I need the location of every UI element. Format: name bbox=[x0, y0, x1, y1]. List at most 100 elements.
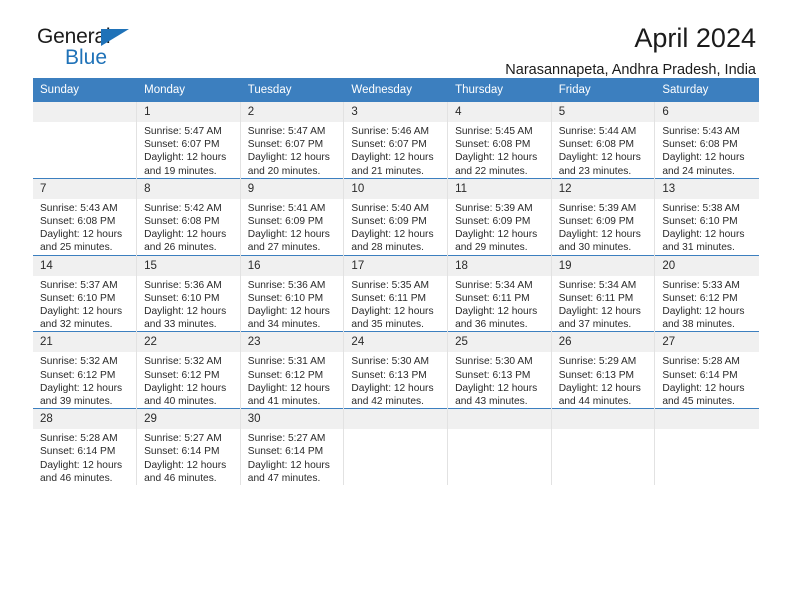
sunset-text: Sunset: 6:07 PM bbox=[144, 139, 220, 151]
day-cell[interactable]: 22 Sunrise: 5:32 AM Sunset: 6:12 PM Dayl… bbox=[136, 331, 241, 409]
sunset-text: Sunset: 6:12 PM bbox=[144, 369, 220, 381]
day-number: 19 bbox=[551, 255, 655, 276]
day-cell[interactable] bbox=[447, 408, 552, 486]
daylight-text: Daylight: 12 hours and 41 minutes. bbox=[247, 382, 330, 408]
day-cell[interactable]: 18 Sunrise: 5:34 AM Sunset: 6:11 PM Dayl… bbox=[447, 254, 552, 332]
day-number: 2 bbox=[240, 102, 344, 122]
day-cell[interactable]: 4 Sunrise: 5:45 AM Sunset: 6:08 PM Dayli… bbox=[447, 101, 552, 179]
sunset-text: Sunset: 6:11 PM bbox=[558, 292, 634, 304]
daylight-text: Daylight: 12 hours and 25 minutes. bbox=[40, 229, 123, 254]
daylight-text: Daylight: 12 hours and 20 minutes. bbox=[247, 152, 330, 177]
day-cell[interactable]: 9 Sunrise: 5:41 AM Sunset: 6:09 PM Dayli… bbox=[240, 177, 345, 256]
day-cell[interactable]: 2 Sunrise: 5:47 AM Sunset: 6:07 PM Dayli… bbox=[240, 101, 345, 179]
daylight-text: Daylight: 12 hours and 46 minutes. bbox=[144, 459, 227, 484]
sunset-text: Sunset: 6:14 PM bbox=[247, 446, 324, 458]
day-cell[interactable]: 11 Sunrise: 5:39 AM Sunset: 6:09 PM Dayl… bbox=[447, 177, 552, 256]
day-cell[interactable] bbox=[654, 408, 759, 486]
day-number: 25 bbox=[448, 332, 551, 353]
day-details: Sunrise: 5:28 AM Sunset: 6:14 PM Dayligh… bbox=[655, 352, 758, 408]
day-cell[interactable]: 13 Sunrise: 5:38 AM Sunset: 6:10 PM Dayl… bbox=[654, 177, 759, 256]
day-number: 13 bbox=[655, 178, 759, 199]
day-cell[interactable]: 1 Sunrise: 5:47 AM Sunset: 6:07 PM Dayli… bbox=[136, 101, 241, 179]
day-cell[interactable]: 3 Sunrise: 5:46 AM Sunset: 6:07 PM Dayli… bbox=[343, 101, 449, 179]
day-number: 12 bbox=[551, 178, 655, 199]
calendar-body: 1 Sunrise: 5:47 AM Sunset: 6:07 PM Dayli… bbox=[33, 101, 759, 486]
day-cell[interactable] bbox=[33, 101, 138, 179]
day-cell[interactable]: 30 Sunrise: 5:27 AM Sunset: 6:14 PM Dayl… bbox=[240, 408, 345, 486]
day-cell[interactable]: 28 Sunrise: 5:28 AM Sunset: 6:14 PM Dayl… bbox=[33, 408, 138, 486]
day-cell[interactable]: 27 Sunrise: 5:28 AM Sunset: 6:14 PM Dayl… bbox=[654, 331, 759, 409]
day-details: Sunrise: 5:34 AM Sunset: 6:11 PM Dayligh… bbox=[552, 276, 655, 332]
day-number: 22 bbox=[137, 332, 240, 353]
sunrise-text: Sunrise: 5:39 AM bbox=[558, 202, 637, 214]
day-details: Sunrise: 5:43 AM Sunset: 6:08 PM Dayligh… bbox=[655, 122, 758, 178]
daylight-text: Daylight: 12 hours and 34 minutes. bbox=[247, 306, 330, 331]
day-details: Sunrise: 5:43 AM Sunset: 6:08 PM Dayligh… bbox=[33, 199, 136, 255]
sunset-text: Sunset: 6:09 PM bbox=[247, 216, 324, 228]
weekday-header-wednesday: Wednesday bbox=[343, 78, 449, 102]
day-cell[interactable]: 29 Sunrise: 5:27 AM Sunset: 6:14 PM Dayl… bbox=[136, 408, 241, 486]
sunset-text: Sunset: 6:09 PM bbox=[351, 216, 427, 228]
day-details: Sunrise: 5:47 AM Sunset: 6:07 PM Dayligh… bbox=[241, 122, 344, 178]
sunset-text: Sunset: 6:07 PM bbox=[247, 139, 324, 151]
day-cell[interactable]: 5 Sunrise: 5:44 AM Sunset: 6:08 PM Dayli… bbox=[551, 101, 656, 179]
day-cell[interactable]: 25 Sunrise: 5:30 AM Sunset: 6:13 PM Dayl… bbox=[447, 331, 552, 409]
day-number: 30 bbox=[240, 409, 344, 430]
day-cell[interactable]: 6 Sunrise: 5:43 AM Sunset: 6:08 PM Dayli… bbox=[654, 101, 759, 179]
page-subtitle: Narasannapeta, Andhra Pradesh, India bbox=[505, 62, 756, 78]
day-cell[interactable]: 8 Sunrise: 5:42 AM Sunset: 6:08 PM Dayli… bbox=[136, 177, 241, 256]
weekday-header-friday: Friday bbox=[551, 78, 656, 102]
day-cell[interactable]: 17 Sunrise: 5:35 AM Sunset: 6:11 PM Dayl… bbox=[343, 254, 449, 332]
sunset-text: Sunset: 6:11 PM bbox=[455, 292, 530, 304]
day-cell[interactable]: 12 Sunrise: 5:39 AM Sunset: 6:09 PM Dayl… bbox=[551, 177, 656, 256]
day-cell[interactable]: 20 Sunrise: 5:33 AM Sunset: 6:12 PM Dayl… bbox=[654, 254, 759, 332]
day-cell[interactable]: 24 Sunrise: 5:30 AM Sunset: 6:13 PM Dayl… bbox=[343, 331, 449, 409]
day-cell[interactable]: 19 Sunrise: 5:34 AM Sunset: 6:11 PM Dayl… bbox=[551, 254, 656, 332]
day-cell[interactable]: 23 Sunrise: 5:31 AM Sunset: 6:12 PM Dayl… bbox=[240, 331, 345, 409]
day-cell[interactable]: 10 Sunrise: 5:40 AM Sunset: 6:09 PM Dayl… bbox=[343, 177, 449, 256]
day-cell[interactable]: 14 Sunrise: 5:37 AM Sunset: 6:10 PM Dayl… bbox=[33, 254, 138, 332]
day-details: Sunrise: 5:30 AM Sunset: 6:13 PM Dayligh… bbox=[448, 352, 551, 408]
daylight-text: Daylight: 12 hours and 42 minutes. bbox=[351, 382, 434, 408]
day-details: Sunrise: 5:32 AM Sunset: 6:12 PM Dayligh… bbox=[33, 352, 136, 408]
day-number bbox=[448, 409, 551, 430]
daylight-text: Daylight: 12 hours and 23 minutes. bbox=[558, 152, 641, 177]
daylight-text: Daylight: 12 hours and 22 minutes. bbox=[455, 152, 538, 177]
calendar-week-row: 14 Sunrise: 5:37 AM Sunset: 6:10 PM Dayl… bbox=[33, 254, 759, 332]
weekday-header-saturday: Saturday bbox=[654, 78, 759, 102]
day-details: Sunrise: 5:32 AM Sunset: 6:12 PM Dayligh… bbox=[137, 352, 240, 408]
day-cell[interactable]: 16 Sunrise: 5:36 AM Sunset: 6:10 PM Dayl… bbox=[240, 254, 345, 332]
daylight-text: Daylight: 12 hours and 43 minutes. bbox=[455, 382, 538, 408]
sunrise-text: Sunrise: 5:28 AM bbox=[662, 356, 740, 368]
sunrise-text: Sunrise: 5:32 AM bbox=[144, 356, 222, 368]
daylight-text: Daylight: 12 hours and 27 minutes. bbox=[247, 229, 330, 254]
day-cell[interactable] bbox=[343, 408, 449, 486]
daylight-text: Daylight: 12 hours and 35 minutes. bbox=[351, 306, 434, 331]
daylight-text: Daylight: 12 hours and 39 minutes. bbox=[40, 382, 123, 408]
day-cell[interactable]: 21 Sunrise: 5:32 AM Sunset: 6:12 PM Dayl… bbox=[33, 331, 138, 409]
day-cell[interactable]: 26 Sunrise: 5:29 AM Sunset: 6:13 PM Dayl… bbox=[551, 331, 656, 409]
day-cell[interactable] bbox=[551, 408, 656, 486]
calendar-page: General Blue April 2024 Narasannapeta, A… bbox=[0, 0, 792, 612]
day-cell[interactable]: 7 Sunrise: 5:43 AM Sunset: 6:08 PM Dayli… bbox=[33, 177, 138, 256]
sunrise-text: Sunrise: 5:30 AM bbox=[351, 356, 430, 368]
day-number: 28 bbox=[33, 409, 137, 430]
sunset-text: Sunset: 6:11 PM bbox=[351, 292, 426, 304]
day-cell[interactable]: 15 Sunrise: 5:36 AM Sunset: 6:10 PM Dayl… bbox=[136, 254, 241, 332]
sunrise-sunset-calendar: Sunday Monday Tuesday Wednesday Thursday… bbox=[33, 78, 759, 486]
day-details: Sunrise: 5:42 AM Sunset: 6:08 PM Dayligh… bbox=[137, 199, 240, 255]
sunrise-text: Sunrise: 5:47 AM bbox=[247, 126, 326, 137]
day-number: 21 bbox=[33, 332, 137, 353]
general-blue-logo[interactable]: General Blue bbox=[37, 25, 167, 73]
sunrise-text: Sunrise: 5:27 AM bbox=[144, 433, 222, 445]
sunrise-text: Sunrise: 5:28 AM bbox=[40, 433, 118, 445]
sunset-text: Sunset: 6:13 PM bbox=[351, 369, 427, 381]
day-number: 18 bbox=[448, 255, 551, 276]
daylight-text: Daylight: 12 hours and 28 minutes. bbox=[351, 229, 434, 254]
sunset-text: Sunset: 6:08 PM bbox=[144, 216, 220, 228]
day-details: Sunrise: 5:29 AM Sunset: 6:13 PM Dayligh… bbox=[552, 352, 655, 408]
day-number: 29 bbox=[137, 409, 240, 430]
sunrise-text: Sunrise: 5:40 AM bbox=[351, 202, 430, 214]
day-details: Sunrise: 5:38 AM Sunset: 6:10 PM Dayligh… bbox=[655, 199, 758, 255]
sunset-text: Sunset: 6:12 PM bbox=[662, 292, 738, 304]
